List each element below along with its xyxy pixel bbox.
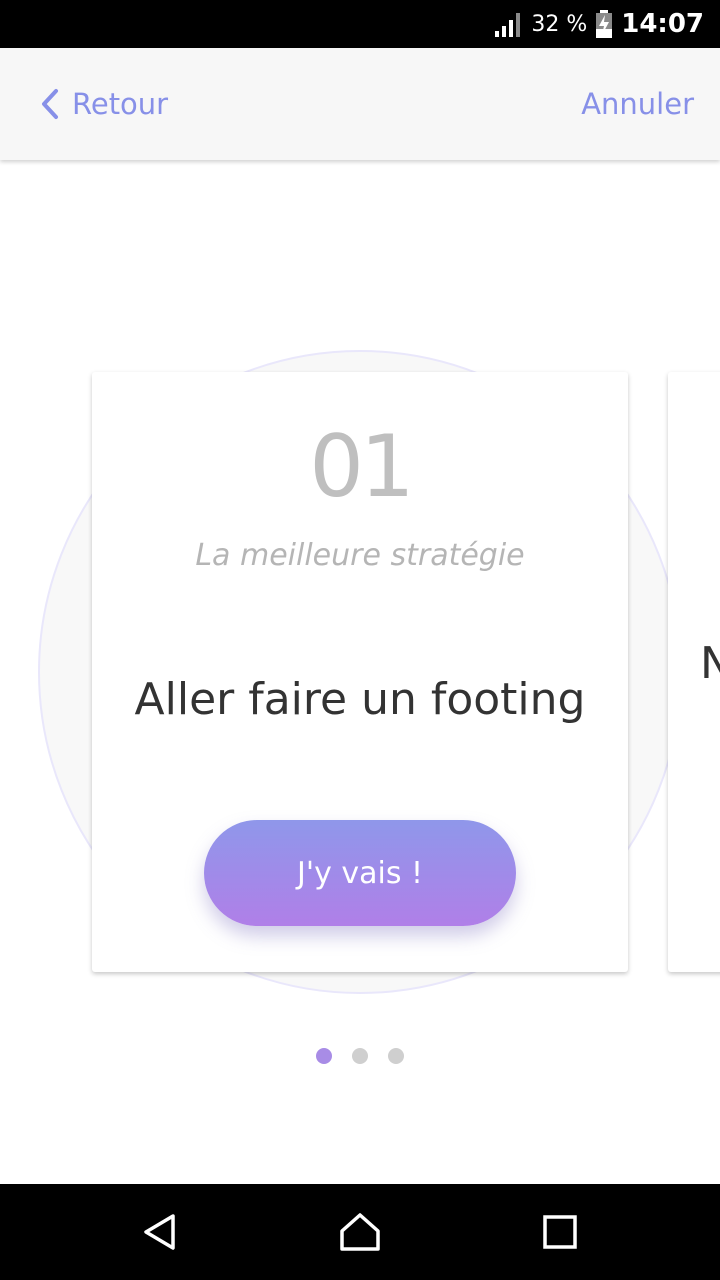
top-app-bar: Retour Annuler [0,48,720,160]
page-dot-3[interactable] [388,1048,404,1064]
next-strategy-card[interactable]: N [668,372,720,972]
status-bar: 32 % 14:07 [0,0,720,48]
go-button[interactable]: J'y vais ! [204,820,516,926]
home-icon [340,1213,380,1251]
chevron-left-icon [42,89,58,119]
back-label: Retour [72,87,169,121]
clock: 14:07 [621,9,704,39]
nav-home-button[interactable] [312,1184,408,1280]
screen: 32 % 14:07 Retour Annuler 01 La meilleur… [0,0,720,1280]
strategy-card[interactable]: 01 La meilleure stratégie Aller faire un… [92,372,628,972]
page-dot-1[interactable] [316,1048,332,1064]
next-card-title: N [700,638,720,689]
signal-icon [495,13,521,37]
battery-percentage: 32 % [531,11,588,37]
card-number: 01 [309,417,414,517]
card-title: Aller faire un footing [134,674,586,725]
back-button[interactable]: Retour [40,48,168,160]
system-nav-bar [0,1184,720,1280]
nav-recents-button[interactable] [512,1184,608,1280]
page-indicator [0,1048,720,1064]
status-indicators: 32 % 14:07 [493,0,704,48]
battery-charging-icon [596,10,613,38]
back-triangle-icon [144,1214,175,1250]
page-dot-2[interactable] [352,1048,368,1064]
cancel-button[interactable]: Annuler [581,48,694,160]
cancel-label: Annuler [581,87,694,121]
nav-back-button[interactable] [112,1184,208,1280]
recents-icon [543,1215,577,1249]
card-subtitle: La meilleure stratégie [195,538,525,573]
